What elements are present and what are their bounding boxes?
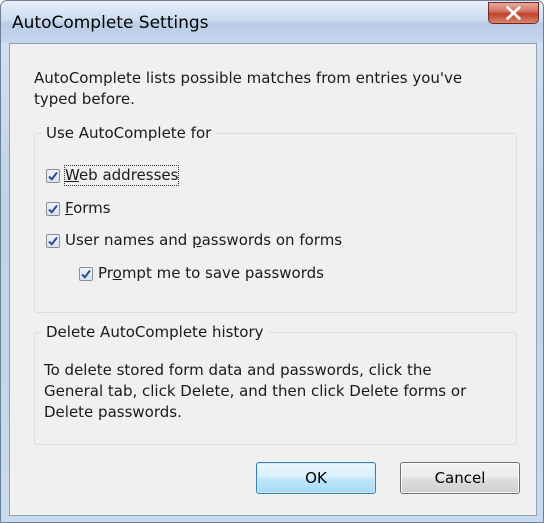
delete-text-line-3: Delete passwords. [44, 403, 182, 421]
checkmark-icon [81, 269, 91, 279]
intro-text: AutoComplete lists possible matches from… [34, 68, 524, 110]
user-names-passwords-option[interactable]: User names and passwords on forms [46, 231, 342, 250]
forms-label: Forms [65, 199, 111, 217]
title-bar[interactable]: AutoComplete Settings [1, 1, 543, 43]
window-title: AutoComplete Settings [12, 13, 209, 33]
web-addresses-checkbox[interactable] [46, 168, 60, 183]
forms-checkbox[interactable] [46, 201, 60, 216]
delete-text-line-1: To delete stored form data and passwords… [44, 361, 432, 379]
close-button[interactable] [488, 2, 539, 24]
use-autocomplete-group: Use AutoComplete for Web addresses Forms… [34, 124, 517, 313]
dialog-content: AutoComplete lists possible matches from… [9, 43, 537, 516]
web-addresses-option[interactable]: Web addresses [46, 165, 180, 186]
cancel-button[interactable]: Cancel [400, 462, 520, 494]
intro-line-2: typed before. [34, 90, 135, 108]
close-icon [506, 6, 521, 20]
prompt-save-passwords-option[interactable]: Prompt me to save passwords [79, 264, 324, 283]
dialog-window: AutoComplete Settings AutoComplete lists… [0, 0, 544, 523]
delete-autocomplete-legend: Delete AutoComplete history [42, 323, 268, 342]
delete-autocomplete-group: Delete AutoComplete history To delete st… [34, 323, 517, 445]
forms-option[interactable]: Forms [46, 199, 111, 218]
prompt-save-passwords-label: Prompt me to save passwords [98, 264, 324, 282]
use-autocomplete-legend: Use AutoComplete for [42, 124, 216, 143]
checkmark-icon [48, 204, 58, 214]
user-names-passwords-checkbox[interactable] [46, 233, 60, 248]
checkmark-icon [48, 171, 58, 181]
ok-button[interactable]: OK [256, 462, 376, 494]
delete-text-line-2: General tab, click Delete, and then clic… [44, 382, 467, 400]
delete-history-text: To delete stored form data and passwords… [44, 360, 509, 423]
intro-line-1: AutoComplete lists possible matches from… [34, 69, 463, 87]
prompt-save-passwords-checkbox[interactable] [79, 266, 93, 281]
checkmark-icon [48, 236, 58, 246]
user-names-passwords-label: User names and passwords on forms [65, 231, 343, 249]
web-addresses-label: Web addresses [63, 165, 180, 186]
